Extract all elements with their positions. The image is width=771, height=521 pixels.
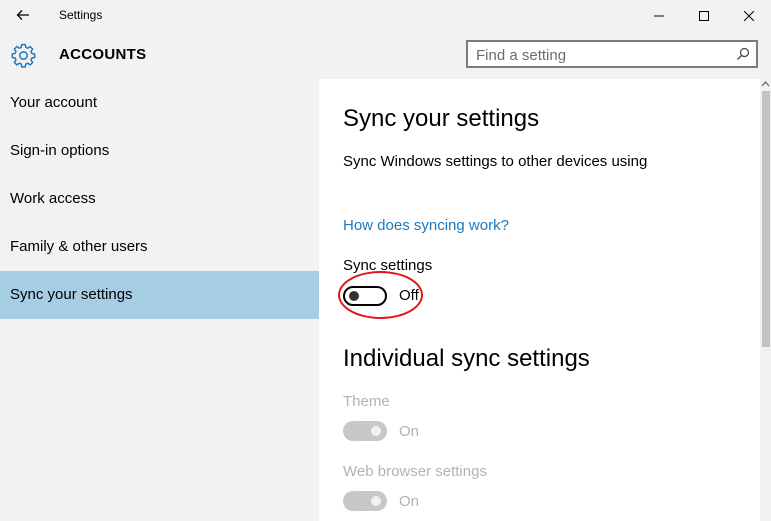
scrollbar-thumb[interactable] [762, 91, 770, 347]
minimize-icon [654, 15, 664, 16]
web-browser-settings-toggle[interactable] [343, 491, 387, 511]
individual-sync-title: Individual sync settings [343, 345, 590, 372]
close-button[interactable] [726, 0, 771, 31]
maximize-button[interactable] [681, 0, 727, 31]
sidebar-nav: Your account Sign-in options Work access… [0, 79, 319, 521]
window-title: Settings [59, 8, 103, 22]
sidebar-item-sync-your-settings[interactable]: Sync your settings [0, 271, 319, 319]
search-box[interactable] [466, 40, 758, 68]
sync-settings-toggle[interactable] [343, 286, 387, 306]
toggle-knob [371, 426, 381, 436]
maximize-icon [699, 10, 709, 21]
sync-settings-label: Sync settings [343, 257, 433, 274]
theme-state: On [399, 423, 420, 440]
title-bar: Settings [0, 0, 771, 31]
web-browser-settings-state: On [399, 493, 420, 510]
sidebar-item-work-access[interactable]: Work access [0, 175, 319, 223]
theme-toggle[interactable] [343, 421, 387, 441]
vertical-scrollbar[interactable] [760, 79, 771, 521]
search-input[interactable] [476, 45, 726, 65]
web-browser-settings-label: Web browser settings [343, 463, 487, 480]
toggle-knob [349, 291, 359, 301]
main-content: Sync your settings Sync Windows settings… [319, 79, 760, 521]
minimize-button[interactable] [636, 0, 682, 31]
page-title: Sync your settings [343, 105, 540, 132]
back-arrow-icon [16, 10, 29, 20]
toggle-knob [371, 496, 381, 506]
search-icon[interactable] [735, 46, 751, 62]
back-button[interactable] [10, 4, 36, 26]
sync-description: Sync Windows settings to other devices u… [343, 153, 648, 170]
scroll-up-arrow-icon[interactable] [761, 80, 770, 88]
sidebar-item-your-account[interactable]: Your account [0, 79, 319, 127]
sync-settings-state: Off [399, 287, 419, 304]
theme-label: Theme [343, 393, 390, 410]
settings-header: ACCOUNTS [0, 31, 771, 79]
section-title: ACCOUNTS [59, 46, 147, 63]
sidebar-item-family-other-users[interactable]: Family & other users [0, 223, 319, 271]
how-syncing-works-link[interactable]: How does syncing work? [343, 217, 509, 234]
sidebar-item-sign-in-options[interactable]: Sign-in options [0, 127, 319, 175]
close-icon [744, 10, 754, 21]
gear-icon [11, 43, 36, 68]
